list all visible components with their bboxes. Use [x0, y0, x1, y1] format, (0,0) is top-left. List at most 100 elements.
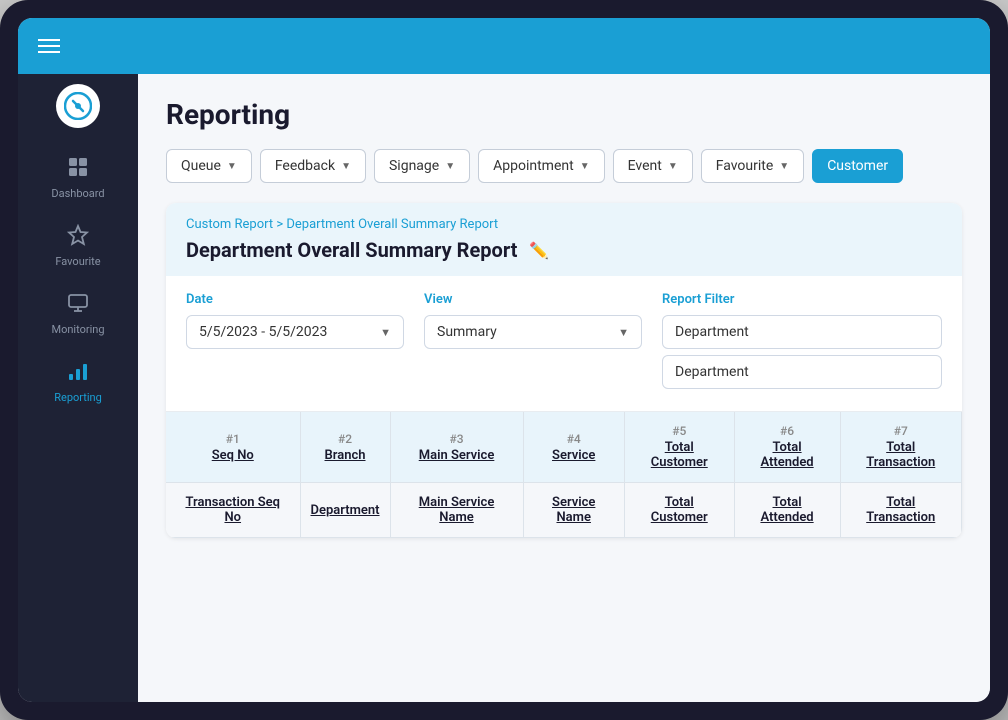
- tab-feedback-chevron: ▼: [341, 161, 351, 172]
- col-h2-2-label: Department: [311, 503, 380, 518]
- col-main-service[interactable]: #3 Main Service: [390, 412, 523, 483]
- date-filter-group: Date 5/5/2023 - 5/5/2023 ▼: [186, 292, 424, 349]
- reporting-icon: [67, 360, 89, 387]
- col-total-customer[interactable]: #5 Total Customer: [624, 412, 734, 483]
- col-h2-1[interactable]: Transaction Seq No: [166, 483, 300, 538]
- col-3-label: Main Service: [419, 448, 495, 463]
- page-title: Reporting: [166, 98, 962, 131]
- sidebar-item-monitoring[interactable]: Monitoring: [18, 280, 138, 348]
- tab-signage[interactable]: Signage ▼: [374, 149, 470, 183]
- content-area: Reporting Queue ▼ Feedback ▼ Signage ▼: [138, 74, 990, 702]
- report-filter-item-1[interactable]: Department: [662, 315, 942, 349]
- view-filter-chevron: ▼: [618, 326, 629, 339]
- col-6-num: #6: [745, 424, 830, 438]
- tab-event-chevron: ▼: [668, 161, 678, 172]
- tab-appointment-label: Appointment: [493, 158, 574, 174]
- tab-signage-label: Signage: [389, 158, 439, 174]
- col-2-num: #2: [311, 432, 380, 446]
- col-7-label: Total Transaction: [866, 440, 935, 470]
- col-1-num: #1: [176, 432, 290, 446]
- main-layout: Dashboard Favourite: [18, 74, 990, 702]
- col-5-num: #5: [635, 424, 724, 438]
- col-6-label: Total Attended: [760, 440, 813, 470]
- view-filter-label: View: [424, 292, 642, 307]
- dashboard-icon: [67, 156, 89, 183]
- col-4-num: #4: [534, 432, 614, 446]
- sidebar: Dashboard Favourite: [18, 74, 138, 702]
- col-h2-5[interactable]: Total Customer: [624, 483, 734, 538]
- date-filter-value: 5/5/2023 - 5/5/2023: [199, 324, 327, 340]
- col-seq-no[interactable]: #1 Seq No: [166, 412, 300, 483]
- filters-row: Date 5/5/2023 - 5/5/2023 ▼ View Summary …: [166, 276, 962, 412]
- col-3-num: #3: [401, 432, 513, 446]
- col-h2-4[interactable]: Service Name: [523, 483, 624, 538]
- tab-appointment-chevron: ▼: [580, 161, 590, 172]
- report-filter-group: Report Filter Department Department: [662, 292, 942, 395]
- device-frame: Dashboard Favourite: [0, 0, 1008, 720]
- col-h2-2[interactable]: Department: [300, 483, 390, 538]
- report-filter-item-2[interactable]: Department: [662, 355, 942, 389]
- table-header-row-1: #1 Seq No #2 Branch #3 M: [166, 412, 962, 483]
- nav-tabs: Queue ▼ Feedback ▼ Signage ▼ Appointment…: [166, 149, 962, 183]
- col-4-label: Service: [552, 448, 595, 463]
- tab-queue[interactable]: Queue ▼: [166, 149, 252, 183]
- col-1-label: Seq No: [212, 448, 254, 463]
- report-section: Custom Report > Department Overall Summa…: [166, 203, 962, 538]
- tab-feedback-label: Feedback: [275, 158, 335, 174]
- sidebar-item-favourite[interactable]: Favourite: [18, 212, 138, 280]
- hamburger-icon[interactable]: [38, 39, 60, 53]
- topbar: [18, 18, 990, 74]
- date-filter-chevron: ▼: [380, 326, 391, 339]
- tab-signage-chevron: ▼: [445, 161, 455, 172]
- tab-favourite-chevron: ▼: [779, 161, 789, 172]
- tab-event[interactable]: Event ▼: [613, 149, 693, 183]
- reporting-label: Reporting: [54, 391, 102, 404]
- tab-event-label: Event: [628, 158, 662, 174]
- table-wrapper: #1 Seq No #2 Branch #3 M: [166, 412, 962, 538]
- col-h2-5-label: Total Customer: [651, 495, 708, 525]
- col-h2-7-label: Total Transaction: [866, 495, 935, 525]
- monitoring-label: Monitoring: [51, 323, 104, 336]
- report-title: Department Overall Summary Report: [186, 238, 517, 262]
- col-7-num: #7: [851, 424, 952, 438]
- device-inner: Dashboard Favourite: [18, 18, 990, 702]
- tab-queue-label: Queue: [181, 158, 221, 174]
- col-h2-6-label: Total Attended: [760, 495, 813, 525]
- favourite-icon: [67, 224, 89, 251]
- col-h2-7[interactable]: Total Transaction: [840, 483, 962, 538]
- col-total-attended[interactable]: #6 Total Attended: [734, 412, 840, 483]
- table-header-row-2: Transaction Seq No Department Main Servi…: [166, 483, 962, 538]
- view-filter-value: Summary: [437, 324, 497, 340]
- tab-queue-chevron: ▼: [227, 161, 237, 172]
- col-h2-3-label: Main Service Name: [419, 495, 495, 525]
- tab-customer[interactable]: Customer: [812, 149, 903, 183]
- sidebar-item-dashboard[interactable]: Dashboard: [18, 144, 138, 212]
- tab-customer-label: Customer: [827, 158, 888, 174]
- report-header: Custom Report > Department Overall Summa…: [166, 203, 962, 276]
- tab-feedback[interactable]: Feedback ▼: [260, 149, 366, 183]
- col-branch[interactable]: #2 Branch: [300, 412, 390, 483]
- view-filter-select[interactable]: Summary ▼: [424, 315, 642, 349]
- breadcrumb: Custom Report > Department Overall Summa…: [186, 217, 942, 232]
- date-filter-select[interactable]: 5/5/2023 - 5/5/2023 ▼: [186, 315, 404, 349]
- tab-appointment[interactable]: Appointment ▼: [478, 149, 604, 183]
- sidebar-item-reporting[interactable]: Reporting: [18, 348, 138, 416]
- col-h2-1-label: Transaction Seq No: [185, 495, 280, 525]
- date-filter-label: Date: [186, 292, 404, 307]
- col-h2-3[interactable]: Main Service Name: [390, 483, 523, 538]
- favourite-label: Favourite: [55, 255, 100, 268]
- col-h2-6[interactable]: Total Attended: [734, 483, 840, 538]
- dashboard-label: Dashboard: [51, 187, 104, 200]
- report-filter-label: Report Filter: [662, 292, 942, 307]
- report-title-row: Department Overall Summary Report ✏️: [186, 238, 942, 262]
- col-total-transaction[interactable]: #7 Total Transaction: [840, 412, 962, 483]
- edit-icon[interactable]: ✏️: [529, 241, 549, 260]
- tab-favourite[interactable]: Favourite ▼: [701, 149, 804, 183]
- col-5-label: Total Customer: [651, 440, 708, 470]
- report-table: #1 Seq No #2 Branch #3 M: [166, 412, 962, 538]
- monitoring-icon: [67, 292, 89, 319]
- col-service[interactable]: #4 Service: [523, 412, 624, 483]
- sidebar-logo: [56, 84, 100, 128]
- tab-favourite-label: Favourite: [716, 158, 774, 174]
- col-2-label: Branch: [325, 448, 366, 463]
